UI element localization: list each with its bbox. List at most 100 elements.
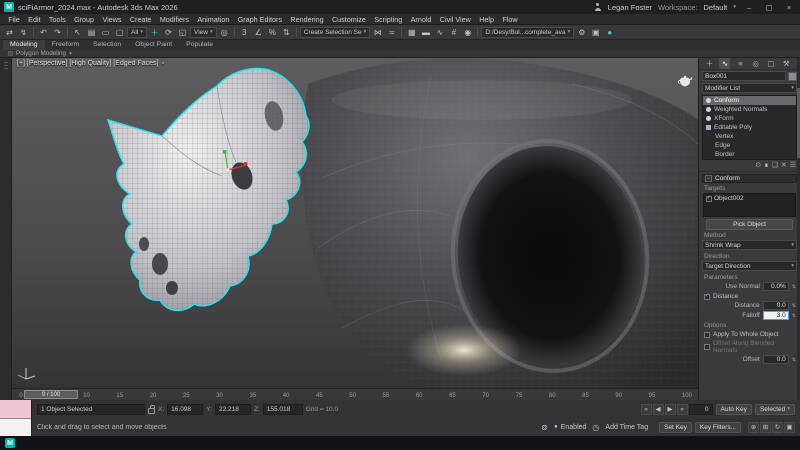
configure-stack-icon[interactable]: ☰ [790, 161, 796, 169]
render-setup-icon[interactable]: ⚙ [575, 26, 588, 39]
menu-item[interactable]: Animation [193, 15, 233, 24]
collapse-icon[interactable]: − [705, 175, 712, 182]
workspace-dropdown[interactable]: Default [703, 3, 727, 12]
redo-icon[interactable]: ↷ [51, 26, 64, 39]
ribbon-tab[interactable]: Selection [86, 40, 128, 50]
checkbox-icon[interactable]: ✓ [704, 294, 710, 300]
select-by-name-icon[interactable]: ▤ [85, 26, 98, 39]
tab-create-icon[interactable]: ＋ [704, 58, 715, 69]
track-bar[interactable]: 0510152025303540455055606570758085909510… [12, 388, 698, 400]
spinner-arrows-icon[interactable]: ⇅ [792, 357, 796, 363]
ribbon-tab[interactable]: Populate [179, 40, 220, 50]
visibility-bulb-icon[interactable] [706, 116, 711, 121]
select-link-icon[interactable]: ⇄ [3, 26, 16, 39]
orbit-icon[interactable]: ↻ [772, 422, 783, 433]
render-icon[interactable]: ● [603, 26, 616, 39]
use-normal-spinner[interactable]: 0.0% [763, 282, 789, 291]
stack-item-vertex[interactable]: Vertex [703, 132, 796, 141]
maximize-button[interactable]: ▢ [762, 3, 776, 12]
material-editor-icon[interactable]: ◉ [461, 26, 474, 39]
communication-icon[interactable]: ⊚ [538, 421, 551, 434]
menu-item[interactable]: Help [475, 15, 498, 24]
menu-item[interactable]: Scripting [370, 15, 406, 24]
viewport-label-text[interactable]: [+] [Perspective] [High Quality] [Edged … [17, 60, 158, 67]
make-unique-icon[interactable]: ❏ [772, 161, 778, 169]
maximize-viewport-icon[interactable]: ▣ [784, 422, 795, 433]
menu-item[interactable]: Customize [328, 15, 370, 24]
ribbon-tab[interactable]: Modeling [3, 40, 45, 50]
key-filters-button[interactable]: Key Filters... [695, 422, 741, 433]
modifier-list-dropdown[interactable]: Modifier List ▾ [702, 83, 797, 93]
ribbon-panel-label[interactable]: Polygon Modeling [16, 50, 66, 57]
macro-recorder-pane[interactable] [0, 400, 31, 419]
zoom-extents-icon[interactable]: ⊞ [760, 422, 771, 433]
curve-editor-icon[interactable]: ∿ [433, 26, 446, 39]
rectangular-region-icon[interactable]: ▭ [99, 26, 112, 39]
snap-toggle-icon[interactable]: 3 [238, 26, 251, 39]
menu-item[interactable]: File [4, 15, 24, 24]
target-list-item[interactable]: ✓ Object002 [706, 195, 793, 202]
chevron-down-icon[interactable]: ▾ [733, 4, 736, 10]
select-object-icon[interactable]: ↖ [71, 26, 84, 39]
menu-item[interactable]: Group [70, 15, 98, 24]
visibility-bulb-icon[interactable] [706, 107, 711, 112]
stack-item-border[interactable]: Border [703, 150, 796, 159]
angle-snap-icon[interactable]: ∠ [252, 26, 265, 39]
zoom-icon[interactable]: ⊕ [748, 422, 759, 433]
object-color-swatch[interactable] [788, 72, 797, 81]
menu-item[interactable]: Rendering [286, 15, 328, 24]
spinner-snap-icon[interactable]: ⇅ [280, 26, 293, 39]
spinner-arrows-icon[interactable]: ⇅ [792, 284, 796, 290]
add-time-tag[interactable]: Add Time Tag [605, 424, 648, 431]
user-name[interactable]: Legan Foster [608, 3, 652, 12]
align-icon[interactable]: ≍ [385, 26, 398, 39]
maxscript-mini-listener[interactable] [0, 400, 32, 436]
tab-motion-icon[interactable]: ◎ [750, 58, 761, 69]
spinner-arrows-icon[interactable]: ⇅ [792, 313, 796, 319]
menu-item[interactable]: Create [126, 15, 156, 24]
create-selection-set-dropdown[interactable]: Create Selection Se ▾ [300, 27, 371, 38]
set-key-button[interactable]: Set Key [659, 422, 692, 433]
viewport-label[interactable]: [+] [Perspective] [High Quality] [Edged … [17, 60, 164, 67]
auto-key-button[interactable]: Auto Key [716, 404, 752, 415]
pick-object-button[interactable]: Pick Object [706, 219, 793, 230]
schematic-view-icon[interactable]: # [447, 26, 460, 39]
chevron-down-icon[interactable]: ▾ [69, 51, 72, 57]
tab-modify-icon[interactable]: ∿ [719, 58, 730, 69]
key-mode-dropdown[interactable]: Selected ▾ [755, 404, 795, 415]
checkbox-icon[interactable]: ✓ [706, 196, 712, 202]
checkbox-icon[interactable] [704, 332, 710, 338]
undo-icon[interactable]: ↶ [37, 26, 50, 39]
remove-modifier-icon[interactable]: ✕ [781, 161, 787, 169]
ref-coord-dropdown[interactable]: View ▾ [190, 27, 217, 38]
targets-list[interactable]: ✓ Object002 [703, 193, 796, 217]
method-dropdown[interactable]: Shrink Wrap ▾ [702, 240, 797, 250]
menu-item[interactable]: Flow [498, 15, 522, 24]
select-rotate-icon[interactable]: ⟳ [162, 26, 175, 39]
minimize-button[interactable]: – [742, 3, 756, 12]
tab-display-icon[interactable]: ▢ [765, 58, 776, 69]
viewport-scene[interactable] [12, 58, 698, 388]
pin-stack-icon[interactable]: ⊙ [755, 161, 761, 169]
visibility-bulb-icon[interactable] [706, 98, 711, 103]
distance-checkbox-row[interactable]: ✓ Distance [699, 291, 800, 300]
chevron-down-icon[interactable]: ▾ [161, 61, 164, 67]
menu-item[interactable]: Views [98, 15, 125, 24]
listener-pane[interactable] [0, 419, 31, 437]
menu-item[interactable]: Edit [24, 15, 45, 24]
object-name-field[interactable]: Box001 [702, 71, 786, 81]
close-button[interactable]: × [782, 3, 796, 12]
stack-item-edge[interactable]: Edge [703, 141, 796, 150]
go-to-start-icon[interactable]: « [641, 404, 652, 415]
select-scale-icon[interactable]: ◱ [176, 26, 189, 39]
layer-manager-icon[interactable]: ▦ [405, 26, 418, 39]
menu-item[interactable]: Arnold [406, 15, 435, 24]
previous-frame-icon[interactable]: ◀ [653, 404, 664, 415]
menu-item[interactable]: Graph Editors [234, 15, 287, 24]
distance-spinner[interactable]: 0.0 [763, 301, 789, 310]
offset-spinner[interactable]: 0.0 [763, 355, 789, 364]
tab-hierarchy-icon[interactable]: ≡ [735, 58, 746, 69]
selection-filter-dropdown[interactable]: All ▾ [127, 27, 147, 38]
percent-snap-icon[interactable]: % [266, 26, 279, 39]
stack-item-weighted-normals[interactable]: Weighted Normals [703, 105, 796, 114]
